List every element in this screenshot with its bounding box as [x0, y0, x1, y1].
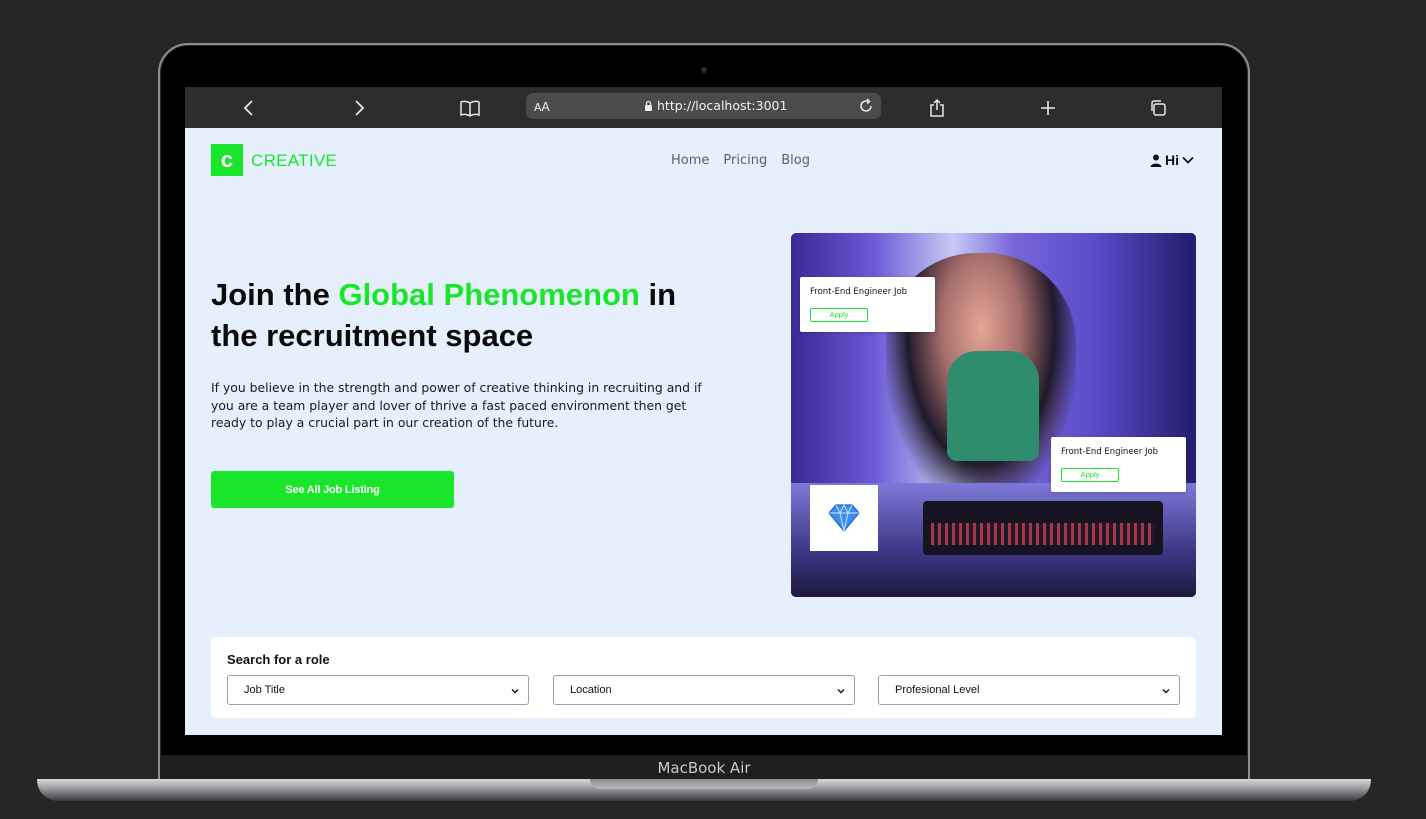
hero-description: If you believe in the strength and power… — [211, 380, 702, 430]
chevron-down-icon — [1182, 156, 1194, 164]
location-select[interactable]: Location — [553, 675, 855, 705]
url-text: http://localhost:3001 — [657, 98, 788, 113]
nav-blog[interactable]: Blog — [781, 153, 810, 168]
plus-icon[interactable] — [1035, 95, 1061, 121]
nav-home[interactable]: Home — [671, 153, 709, 168]
user-menu[interactable]: Hi — [1150, 152, 1194, 168]
apply-button[interactable]: Apply — [1061, 468, 1119, 482]
chevron-left-icon[interactable] — [236, 95, 262, 121]
chevron-down-icon — [837, 689, 845, 694]
tabs-icon[interactable] — [1145, 95, 1171, 121]
hero-title: Join the Global Phenomenon in the recrui… — [211, 277, 677, 353]
job-card-title: Front-End Engineer Job — [810, 287, 908, 297]
diamond-card — [810, 485, 878, 551]
see-all-jobs-button[interactable]: See All Job Listing — [211, 471, 454, 508]
lock-icon — [645, 100, 652, 111]
search-panel: Search for a role Job Title Location Pro… — [211, 637, 1196, 718]
search-title: Search for a role — [227, 652, 330, 667]
nav-pricing[interactable]: Pricing — [723, 153, 767, 168]
job-title-select[interactable]: Job Title — [227, 675, 529, 705]
logo-mark[interactable]: c — [211, 144, 243, 176]
text-size-button[interactable]: AA — [534, 100, 550, 114]
user-greeting: Hi — [1165, 152, 1179, 168]
image-keys — [931, 523, 1155, 545]
device-label: MacBook Air — [160, 755, 1248, 782]
select-value: Location — [570, 684, 612, 696]
user-icon — [1150, 154, 1162, 167]
main-nav: Home Pricing Blog — [671, 153, 824, 168]
chevron-right-icon[interactable] — [346, 95, 372, 121]
logo-text[interactable]: CREATIVE — [251, 151, 337, 171]
browser-toolbar: AA http://localhost:3001 — [185, 87, 1222, 128]
address-bar[interactable]: AA http://localhost:3001 — [526, 93, 881, 119]
job-card-title: Front-End Engineer Job — [1061, 447, 1159, 457]
camera-icon — [701, 67, 707, 73]
job-card[interactable]: Front-End Engineer Job Apply — [1051, 437, 1186, 492]
book-icon[interactable] — [457, 95, 483, 121]
laptop-notch — [590, 779, 818, 789]
screen: AA http://localhost:3001 c CREATIVE Home… — [185, 87, 1222, 735]
chevron-down-icon — [1162, 689, 1170, 694]
select-value: Job Title — [244, 684, 285, 696]
reload-icon[interactable] — [857, 97, 875, 115]
select-value: Profesional Level — [895, 684, 980, 696]
professional-level-select[interactable]: Profesional Level — [878, 675, 1180, 705]
job-card[interactable]: Front-End Engineer Job Apply — [800, 277, 935, 332]
hero-image: Front-End Engineer Job Apply Front-End E… — [791, 233, 1196, 597]
diamond-icon — [828, 503, 860, 532]
apply-button[interactable]: Apply — [810, 308, 868, 322]
hero-title-accent: Global Phenomenon — [338, 277, 640, 312]
chevron-down-icon — [511, 689, 519, 694]
image-top — [947, 351, 1039, 461]
share-icon[interactable] — [924, 95, 950, 121]
